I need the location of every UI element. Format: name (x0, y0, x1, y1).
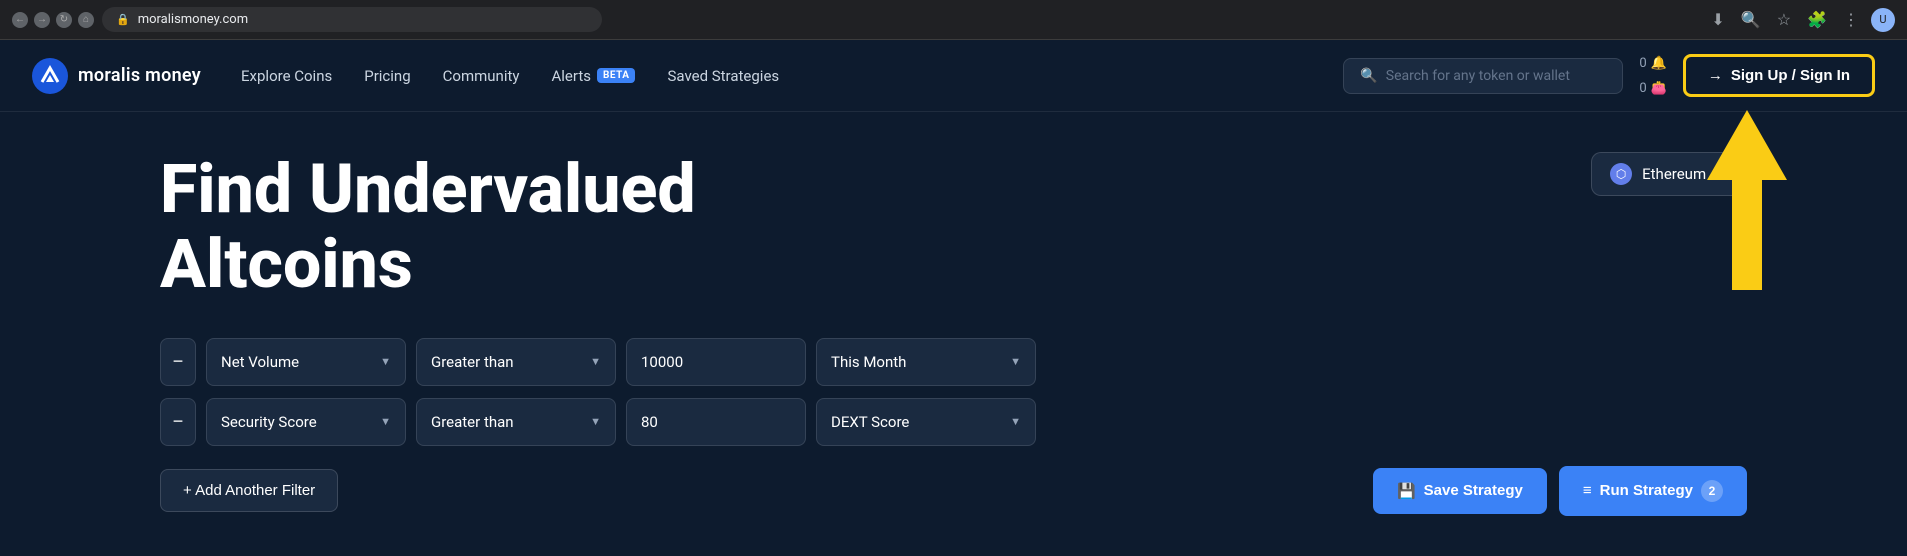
header-count-row-2: 0 👛 (1639, 82, 1667, 95)
filter-2-period-select[interactable]: DEXT Score ▼ (816, 398, 1036, 446)
nav-alerts[interactable]: Alerts BETA (551, 67, 635, 85)
sign-btn-arrow-icon: → (1708, 67, 1723, 84)
download-button[interactable]: ⬇ (1707, 6, 1728, 34)
run-icon: ≡ (1583, 482, 1592, 499)
run-strategy-button[interactable]: ≡ Run Strategy 2 (1559, 466, 1747, 516)
filter-2-period-chevron-icon: ▼ (1010, 415, 1021, 428)
filter-row-2: − Security Score ▼ Greater than ▼ 80 DEX… (160, 398, 1747, 446)
filter-1-value-text: 10000 (641, 353, 683, 371)
filter-2-operator-label: Greater than (431, 413, 514, 431)
nav-saved-strategies[interactable]: Saved Strategies (667, 67, 779, 85)
forward-button[interactable]: → (34, 12, 50, 28)
filter-1-operator-chevron-icon: ▼ (590, 355, 601, 368)
sign-btn-label: Sign Up / Sign In (1731, 67, 1850, 84)
filter-2-metric-select[interactable]: Security Score ▼ (206, 398, 406, 446)
nav-pricing[interactable]: Pricing (364, 67, 410, 85)
search-placeholder-text: Search for any token or wallet (1386, 68, 1570, 84)
filter-1-metric-label: Net Volume (221, 353, 299, 371)
notification-icon: 🔔 (1651, 57, 1667, 70)
filter-1-value-input[interactable]: 10000 (626, 338, 806, 386)
wallet-icon: 👛 (1651, 82, 1667, 95)
network-selector[interactable]: ⬡ Ethereum ▼ (1591, 152, 1747, 196)
moralis-logo-icon (32, 58, 68, 94)
filter-2-metric-label: Security Score (221, 413, 317, 431)
filter-2-period-label: DEXT Score (831, 413, 909, 431)
logo-text: moralis money (78, 65, 201, 86)
bookmark-button[interactable]: ☆ (1773, 6, 1795, 34)
browser-search-button[interactable]: 🔍 (1737, 6, 1765, 34)
filter-2-operator-chevron-icon: ▼ (590, 415, 601, 428)
page-title: Find Undervalued Altcoins (160, 152, 960, 302)
filter-2-operator-select[interactable]: Greater than ▼ (416, 398, 616, 446)
filter-1-remove-button[interactable]: − (160, 338, 196, 386)
run-count-badge: 2 (1701, 480, 1723, 502)
refresh-button[interactable]: ↻ (56, 12, 72, 28)
filter-1-operator-select[interactable]: Greater than ▼ (416, 338, 616, 386)
browser-action-buttons: ⬇ 🔍 ☆ 🧩 ⋮ U (1707, 6, 1895, 34)
filter-row-1: − Net Volume ▼ Greater than ▼ 10000 This… (160, 338, 1747, 386)
save-strategy-button[interactable]: 💾 Save Strategy (1373, 468, 1547, 514)
run-strategy-label: Run Strategy (1600, 482, 1693, 499)
filter-1-period-label: This Month (831, 353, 906, 371)
add-filter-button[interactable]: + Add Another Filter (160, 469, 338, 512)
profile-avatar[interactable]: U (1871, 8, 1895, 32)
home-button[interactable]: ⌂ (78, 12, 94, 28)
header-right: 🔍 Search for any token or wallet 0 🔔 0 👛… (1343, 54, 1875, 97)
filter-2-remove-button[interactable]: − (160, 398, 196, 446)
bottom-row: + Add Another Filter 💾 Save Strategy ≡ R… (160, 466, 1747, 516)
network-label: Ethereum (1642, 165, 1706, 183)
main-content: ⬡ Ethereum ▼ Find Undervalued Altcoins −… (0, 112, 1907, 556)
network-chevron-icon: ▼ (1716, 167, 1728, 181)
logo[interactable]: moralis money (32, 58, 201, 94)
filter-1-metric-select[interactable]: Net Volume ▼ (206, 338, 406, 386)
nav-explore-coins[interactable]: Explore Coins (241, 67, 332, 85)
filter-1-metric-chevron-icon: ▼ (380, 355, 391, 368)
header-icon-counts: 0 🔔 0 👛 (1639, 57, 1667, 95)
address-bar[interactable]: 🔒 moralismoney.com (102, 7, 602, 32)
app-header: moralis money Explore Coins Pricing Comm… (0, 40, 1907, 112)
search-bar[interactable]: 🔍 Search for any token or wallet (1343, 58, 1623, 94)
header-count-row-1: 0 🔔 (1639, 57, 1667, 70)
nav-community[interactable]: Community (443, 67, 520, 85)
browser-tab-controls: ← → ↻ ⌂ (12, 12, 94, 28)
count-2: 0 (1639, 82, 1646, 95)
sign-up-button[interactable]: → Sign Up / Sign In (1683, 54, 1875, 97)
nav-alerts-label: Alerts (551, 67, 591, 85)
save-strategy-label: Save Strategy (1424, 482, 1523, 499)
action-buttons: 💾 Save Strategy ≡ Run Strategy 2 (1373, 466, 1747, 516)
filters-section: − Net Volume ▼ Greater than ▼ 10000 This… (160, 338, 1747, 446)
back-button[interactable]: ← (12, 12, 28, 28)
extensions-button[interactable]: 🧩 (1803, 6, 1831, 34)
ethereum-icon: ⬡ (1610, 163, 1632, 185)
filter-2-value-text: 80 (641, 413, 658, 431)
save-icon: 💾 (1397, 482, 1416, 500)
filter-2-value-input[interactable]: 80 (626, 398, 806, 446)
browser-chrome: ← → ↻ ⌂ 🔒 moralismoney.com ⬇ 🔍 ☆ 🧩 ⋮ U (0, 0, 1907, 40)
filter-1-operator-label: Greater than (431, 353, 514, 371)
lock-icon: 🔒 (116, 13, 130, 26)
main-nav: Explore Coins Pricing Community Alerts B… (241, 67, 779, 85)
url-text: moralismoney.com (138, 12, 248, 27)
filter-1-period-select[interactable]: This Month ▼ (816, 338, 1036, 386)
filter-2-metric-chevron-icon: ▼ (380, 415, 391, 428)
add-filter-label: + Add Another Filter (183, 482, 315, 499)
count-1: 0 (1639, 57, 1646, 70)
filter-1-period-chevron-icon: ▼ (1010, 355, 1021, 368)
search-icon: 🔍 (1360, 68, 1377, 84)
settings-button[interactable]: ⋮ (1839, 6, 1863, 34)
beta-badge: BETA (597, 68, 636, 83)
